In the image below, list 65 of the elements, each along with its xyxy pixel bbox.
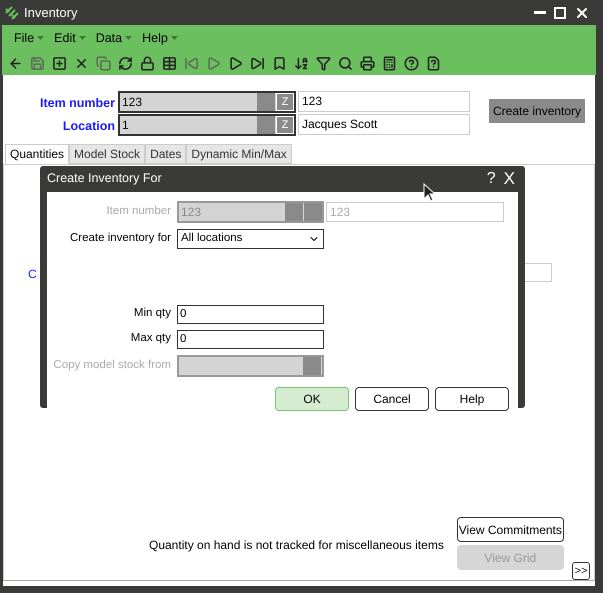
dropdown-arrow-icon (125, 36, 132, 40)
tab[interactable]: Model Stock (69, 144, 146, 164)
help-button[interactable]: ? (486, 166, 496, 191)
create-inventory-button[interactable]: Create inventory (489, 99, 586, 123)
lock-icon[interactable] (140, 56, 155, 70)
field-label: Item number (40, 95, 115, 112)
lookup-handle[interactable] (257, 116, 275, 134)
dropdown-arrow-icon (78, 36, 86, 40)
maximize-icon[interactable] (554, 6, 566, 18)
description-field: 123 (298, 91, 470, 112)
lookup-handle[interactable] (285, 202, 303, 220)
calculator-icon[interactable] (382, 56, 397, 70)
back-icon[interactable] (8, 56, 23, 70)
lookup-field[interactable] (177, 354, 324, 376)
save-icon[interactable] (30, 56, 45, 70)
description-field: 123 (326, 202, 504, 222)
refresh-icon[interactable] (118, 56, 133, 70)
dropdown-arrow-icon (170, 36, 178, 40)
dialog-title: Create Inventory For (47, 170, 162, 188)
search-icon[interactable] (338, 56, 353, 70)
item-number-field[interactable]: 123 Z (118, 91, 296, 113)
field-label: C (28, 266, 37, 283)
dialog-button[interactable]: OK (275, 386, 349, 410)
field-label: Item number (105, 204, 172, 219)
tab[interactable]: Dynamic Min/Max (186, 144, 292, 164)
copy-icon[interactable] (96, 56, 111, 70)
location-dropdown[interactable]: All locations (177, 228, 324, 248)
next-icon[interactable] (228, 56, 243, 70)
field-label: Copy model stock from (52, 358, 172, 373)
more-button[interactable]: >> (572, 562, 590, 580)
view-button[interactable]: View Commitments (456, 517, 564, 542)
location-field[interactable]: 1 Z (118, 114, 296, 136)
field-label: Min qty (132, 306, 172, 322)
help-document-icon[interactable] (426, 56, 441, 70)
bookmark-icon[interactable] (272, 56, 287, 70)
quantity-field[interactable]: 0 (177, 304, 324, 324)
first-record-icon[interactable] (184, 56, 199, 70)
sort-icon[interactable] (294, 56, 309, 70)
print-icon[interactable] (360, 56, 375, 70)
menu-item[interactable]: File (14, 28, 34, 48)
field-label: Max qty (130, 331, 172, 346)
dialog-button[interactable]: Help (435, 386, 509, 410)
field-label: Create inventory for (69, 230, 172, 246)
dialog-button[interactable]: Cancel (355, 386, 429, 410)
info-text: Quantity on hand is not tracked for miscellaneous items (149, 536, 444, 554)
tab[interactable]: Quantities (5, 144, 70, 164)
app-logo-icon (4, 4, 20, 20)
description-field: Jacques Scott (298, 114, 470, 135)
menu-item[interactable]: Edit (54, 28, 76, 48)
filter-icon[interactable] (316, 56, 331, 70)
quantity-field[interactable]: 0 (177, 330, 324, 348)
lookup-handle[interactable] (303, 356, 321, 374)
lookup-handle[interactable] (257, 93, 275, 111)
menu-item[interactable]: Data (96, 28, 122, 48)
window-title: Inventory (24, 4, 78, 22)
help-icon[interactable] (404, 56, 419, 70)
grid-icon[interactable] (162, 56, 177, 70)
field-label: Location (62, 118, 115, 135)
tab[interactable]: Dates (145, 144, 186, 164)
previous-icon[interactable] (206, 56, 221, 70)
close-button[interactable]: X (504, 166, 515, 192)
last-record-icon[interactable] (250, 56, 265, 70)
menu-item[interactable]: Help (142, 28, 168, 48)
dropdown-arrow-icon (37, 36, 44, 40)
add-icon[interactable] (52, 56, 67, 70)
